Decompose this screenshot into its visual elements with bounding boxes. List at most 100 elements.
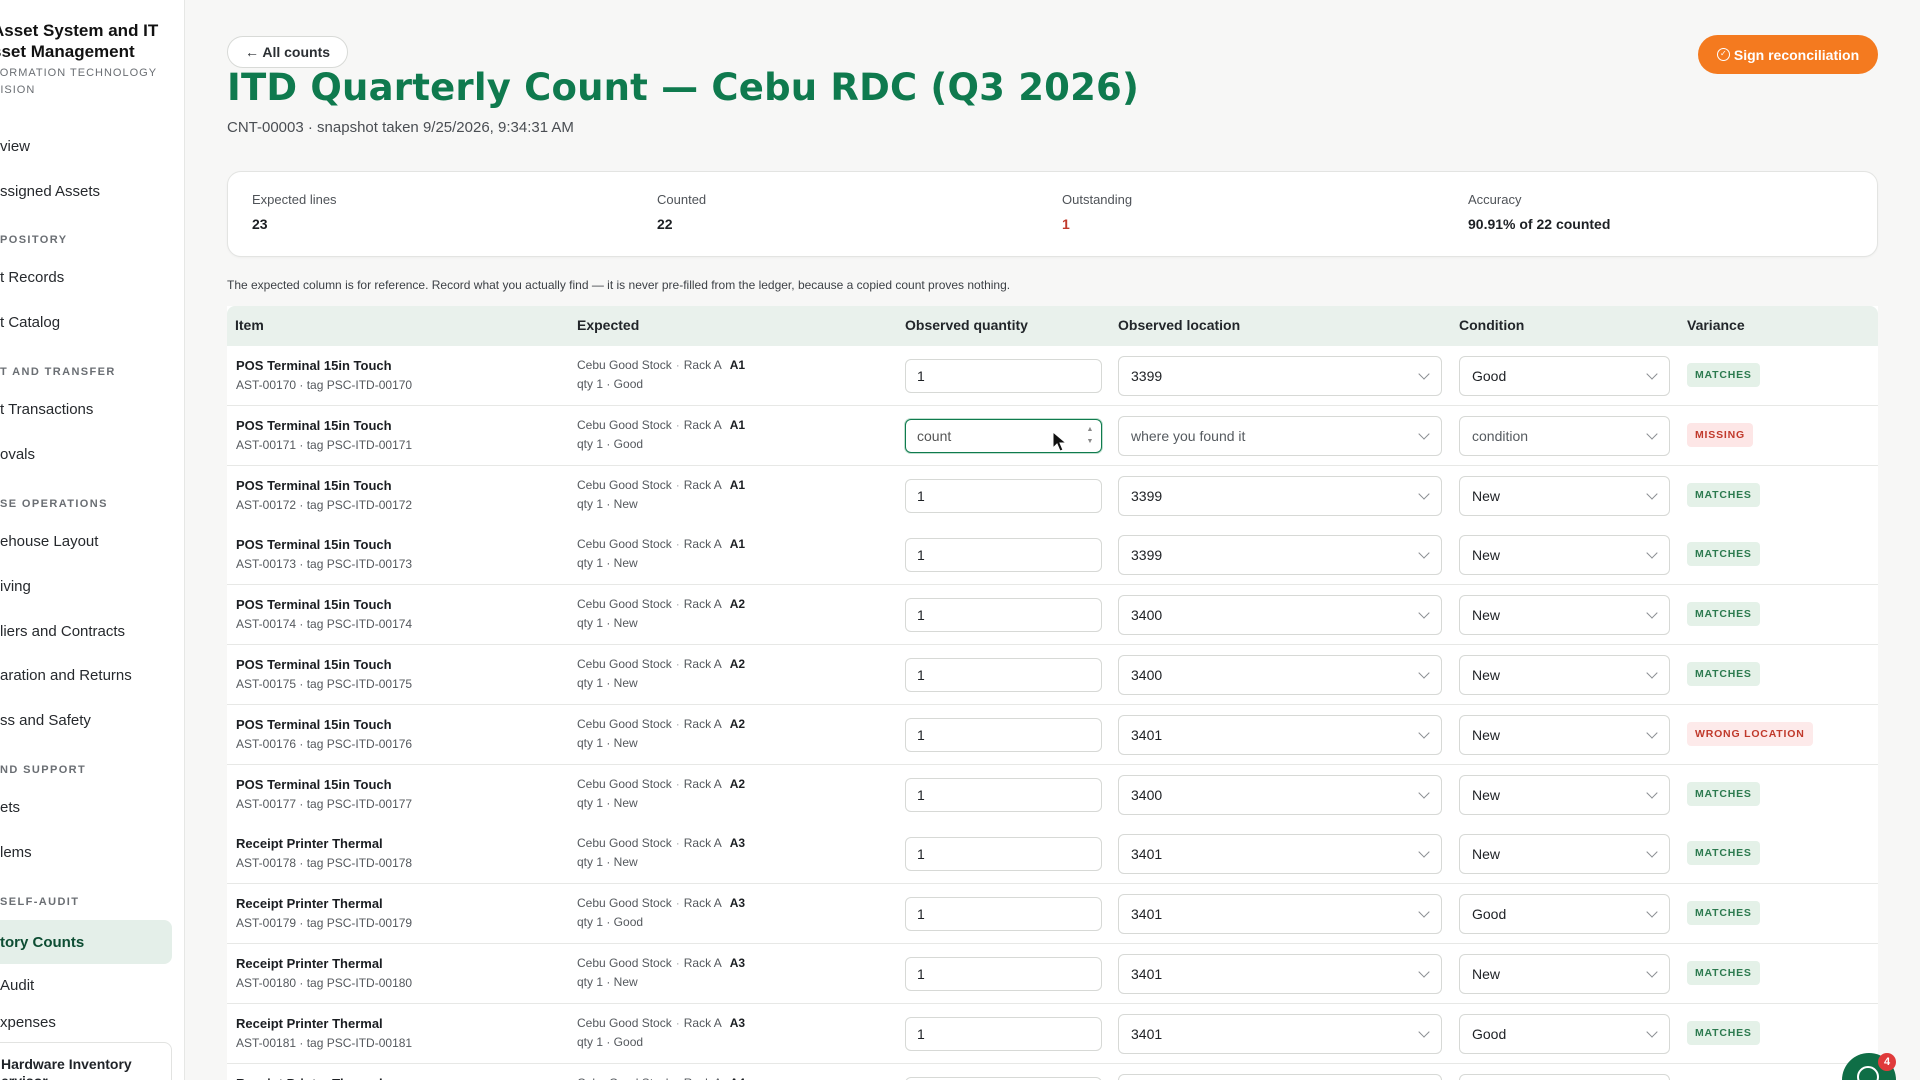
observed-location-select[interactable]: 3400 xyxy=(1118,655,1442,695)
chevron-down-icon xyxy=(1418,727,1430,739)
sidebar-section-self-audit: SELF-AUDIT xyxy=(0,896,80,908)
sidebar-item-separation-returns[interactable]: aration and Returns xyxy=(0,655,172,695)
sidebar-item-asset-transactions[interactable]: t Transactions xyxy=(0,389,172,429)
sidebar-item-asset-catalog[interactable]: t Catalog xyxy=(0,302,172,342)
stepper-arrows-icon[interactable]: ▲ ▼ xyxy=(1084,424,1096,448)
location-value: 3400 xyxy=(1131,786,1163,803)
location-value: 3401 xyxy=(1131,966,1163,982)
expected-bin: A2 xyxy=(729,776,746,791)
observed-location-select[interactable]: 3401 xyxy=(1118,954,1442,994)
expected-bin: A1 xyxy=(729,537,746,552)
observed-quantity-input[interactable]: 1 xyxy=(905,538,1102,573)
sidebar-item-receiving[interactable]: iving xyxy=(0,566,172,606)
brand-subtitle: FORMATION TECHNOLOGY VISION xyxy=(0,67,158,96)
item-asset-tag: AST-00174 · tag PSC-ITD-00174 xyxy=(236,617,413,632)
condition-select[interactable]: Good xyxy=(1459,894,1670,935)
observed-quantity-input[interactable]: 1 xyxy=(905,359,1102,393)
item-name: POS Terminal 15in Touch xyxy=(236,776,392,792)
observed-location-select[interactable]: 3401 xyxy=(1118,714,1442,755)
sidebar-item-problems[interactable]: lems xyxy=(0,832,172,872)
observed-location-select[interactable]: 3400 xyxy=(1118,595,1442,636)
separator: · xyxy=(675,537,680,552)
sidebar-item-inventory-counts[interactable]: tory Counts xyxy=(0,920,172,964)
expected-bin: A1 xyxy=(729,358,746,372)
observed-quantity-input[interactable]: 1 xyxy=(905,777,1102,812)
sidebar-item-expenses[interactable]: xpenses xyxy=(0,1007,172,1037)
chevron-down-icon xyxy=(1646,607,1658,619)
observed-location-select[interactable]: 3399 xyxy=(1118,535,1442,576)
condition-select[interactable]: New xyxy=(1459,774,1670,815)
sign-reconciliation-button[interactable]: ✓ Sign reconciliation xyxy=(1698,35,1878,74)
chevron-down-icon xyxy=(1418,667,1430,679)
observed-location-select[interactable]: 3399 xyxy=(1118,356,1442,396)
condition-value: New xyxy=(1472,726,1501,743)
condition-value: New xyxy=(1472,786,1501,803)
expected-cell: Cebu Good Stock · Rack A A3 qty 1 · Good xyxy=(577,896,745,929)
observed-quantity-input[interactable]: 1 xyxy=(905,478,1102,513)
observed-quantity-input[interactable]: 1 xyxy=(905,658,1102,692)
condition-select[interactable]: Good xyxy=(1459,356,1670,396)
variance-badge: MATCHES xyxy=(1687,363,1760,387)
expected-quantity-condition: qty 1 · Good xyxy=(577,377,644,391)
variance-badge: MATCHES xyxy=(1687,901,1760,926)
sidebar-item-approvals[interactable]: ovals xyxy=(0,434,172,474)
table-row: POS Terminal 15in Touch AST-00173 · tag P… xyxy=(227,525,1878,586)
expected-rack: Rack A xyxy=(683,358,722,372)
observed-quantity-input[interactable]: count ▲ ▼ xyxy=(905,418,1102,453)
sidebar-item-audit[interactable]: Audit xyxy=(0,965,172,1005)
observed-location-select[interactable]: 3401 xyxy=(1118,894,1442,935)
observed-location-select[interactable]: 3401 xyxy=(1118,1013,1442,1054)
item-name: POS Terminal 15in Touch xyxy=(236,358,392,373)
expected-quantity-condition: qty 1 · New xyxy=(577,975,638,989)
user-menu[interactable]: Hardware Inventory ervisor ⌄ xyxy=(0,1042,172,1080)
chevron-down-icon xyxy=(1646,487,1658,500)
item-asset-tag: AST-00175 · tag PSC-ITD-00175 xyxy=(236,677,413,691)
condition-select[interactable]: New xyxy=(1459,535,1670,576)
condition-select[interactable]: New xyxy=(1459,475,1670,516)
condition-select[interactable]: New xyxy=(1459,714,1670,755)
expected-location: Cebu Good Stock xyxy=(577,537,672,552)
sidebar-item-assigned-assets[interactable]: ssigned Assets xyxy=(0,171,172,211)
observed-quantity-input[interactable]: 1 xyxy=(905,1016,1102,1051)
observed-quantity-input[interactable]: 1 xyxy=(905,598,1102,633)
expected-bin: A3 xyxy=(729,956,746,970)
condition-select[interactable]: New xyxy=(1459,595,1670,636)
sidebar-item-suppliers-contracts[interactable]: liers and Contracts xyxy=(0,611,172,651)
expected-cell: Cebu Good Stock · Rack A A3 qty 1 · New xyxy=(577,956,745,989)
observed-quantity-input[interactable]: 1 xyxy=(905,897,1102,932)
separator: · xyxy=(676,1076,680,1080)
condition-select[interactable]: New xyxy=(1459,954,1670,994)
expected-cell: Cebu Good Stock · Rack A A2 qty 1 · New xyxy=(577,597,745,630)
separator: · xyxy=(675,477,680,492)
observed-location-select[interactable]: 3399 xyxy=(1118,475,1442,516)
chevron-down-icon xyxy=(1646,667,1658,679)
sidebar-item-access-safety[interactable]: ss and Safety xyxy=(0,700,172,740)
stat-label: Expected lines xyxy=(252,192,337,207)
observed-location-select[interactable]: 3401 xyxy=(1118,834,1442,875)
expected-rack: Rack A xyxy=(683,896,722,911)
sidebar-item-warehouse-layout[interactable]: ehouse Layout xyxy=(0,521,172,561)
condition-select[interactable] xyxy=(1459,1073,1670,1080)
observed-quantity-input[interactable] xyxy=(905,1076,1102,1080)
item-asset-tag: AST-00180 · tag PSC-ITD-00180 xyxy=(236,976,413,990)
condition-select[interactable]: New xyxy=(1459,834,1670,875)
observed-location-select[interactable]: where you found it xyxy=(1118,415,1442,456)
expected-rack: Rack A xyxy=(683,1015,722,1030)
chevron-down-icon xyxy=(1646,906,1658,918)
all-counts-button[interactable]: ← All counts xyxy=(227,36,349,68)
observed-quantity-input[interactable]: 1 xyxy=(905,717,1102,752)
condition-value: New xyxy=(1472,607,1501,624)
observed-quantity-input[interactable]: 1 xyxy=(905,957,1102,991)
expected-location: Cebu Good Stock xyxy=(577,956,672,970)
condition-select[interactable]: condition xyxy=(1459,415,1670,456)
sidebar-item-asset-records[interactable]: t Records xyxy=(0,257,172,297)
observed-location-select[interactable]: 3400 xyxy=(1118,774,1442,815)
page-subtitle: CNT-00003 · snapshot taken 9/25/2026, 9:… xyxy=(227,119,574,136)
condition-select[interactable]: New xyxy=(1459,655,1670,695)
condition-select[interactable]: Good xyxy=(1459,1013,1670,1054)
expected-quantity-condition: qty 1 · Good xyxy=(577,1034,644,1049)
observed-quantity-input[interactable]: 1 xyxy=(905,837,1102,872)
sidebar-item-overview[interactable]: view xyxy=(0,126,172,166)
sidebar-item-tickets[interactable]: ets xyxy=(0,787,172,827)
observed-location-select[interactable] xyxy=(1118,1073,1442,1080)
